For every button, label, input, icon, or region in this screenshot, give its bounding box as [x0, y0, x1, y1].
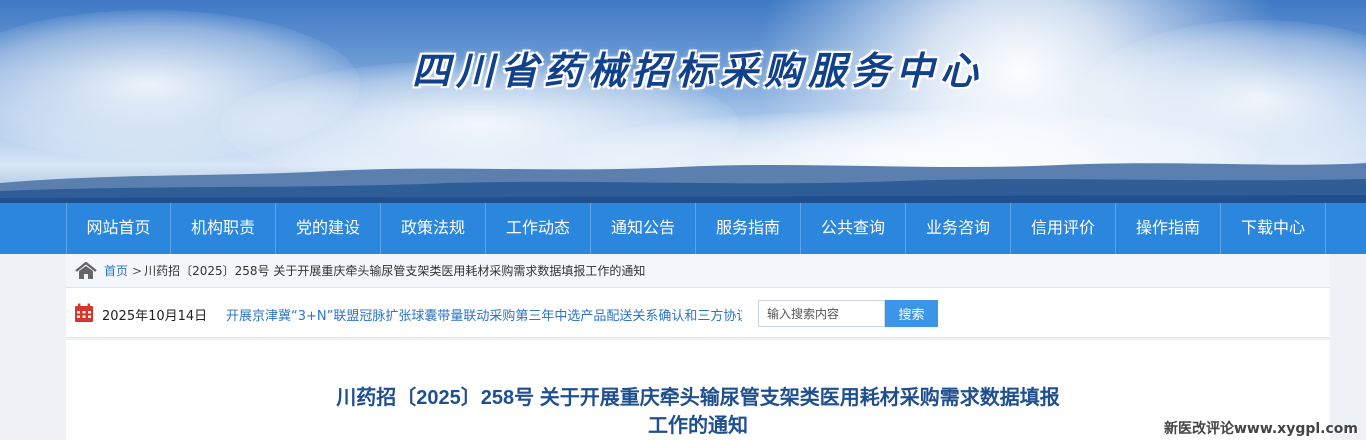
article-title-line1: 川药招〔2025〕258号 关于开展重庆牵头输尿管支架类医用耗材采购需求数据填报: [336, 387, 1060, 409]
article-panel: 川药招〔2025〕258号 关于开展重庆牵头输尿管支架类医用耗材采购需求数据填报…: [66, 340, 1330, 440]
calendar-icon: [75, 303, 93, 322]
search-input[interactable]: [758, 300, 885, 327]
nav-item-news[interactable]: 工作动态: [486, 203, 591, 254]
main-nav: 网站首页 机构职责 党的建设 政策法规 工作动态 通知公告 服务指南 公共查询 …: [0, 203, 1366, 254]
nav-item-duties[interactable]: 机构职责: [171, 203, 276, 254]
search-button[interactable]: 搜索: [885, 300, 938, 327]
header-banner: 四川省药械招标采购服务中心: [0, 0, 1366, 203]
breadcrumb-separator: >: [132, 263, 143, 278]
breadcrumb-current: 川药招〔2025〕258号 关于开展重庆牵头输尿管支架类医用耗材采购需求数据填报…: [144, 264, 646, 278]
nav-item-party[interactable]: 党的建设: [276, 203, 381, 254]
nav-item-operation-guide[interactable]: 操作指南: [1116, 203, 1221, 254]
nav-item-service-guide[interactable]: 服务指南: [696, 203, 801, 254]
info-bar: 2025年10月14日 开展京津冀“3+N”联盟冠脉扩张球囊带量联动采购第三年中…: [66, 288, 1330, 338]
nav-item-credit[interactable]: 信用评价: [1011, 203, 1116, 254]
nav-item-consulting[interactable]: 业务咨询: [906, 203, 1011, 254]
breadcrumb: 首页 > 川药招〔2025〕258号 关于开展重庆牵头输尿管支架类医用耗材采购需…: [66, 254, 1330, 288]
banner-mountains: [0, 163, 1366, 203]
article-title: 川药招〔2025〕258号 关于开展重庆牵头输尿管支架类医用耗材采购需求数据填报…: [266, 384, 1130, 440]
article-title-line2: 工作的通知: [648, 415, 748, 437]
site-title: 四川省药械招标采购服务中心: [411, 48, 984, 93]
nav-item-notices[interactable]: 通知公告: [591, 203, 696, 254]
home-icon: [75, 261, 97, 279]
nav-item-home[interactable]: 网站首页: [66, 203, 171, 254]
nav-item-public-query[interactable]: 公共查询: [801, 203, 906, 254]
nav-item-downloads[interactable]: 下载中心: [1221, 203, 1326, 254]
nav-item-policy[interactable]: 政策法规: [381, 203, 486, 254]
current-date: 2025年10月14日: [102, 309, 208, 324]
breadcrumb-home-link[interactable]: 首页: [104, 262, 128, 279]
news-ticker[interactable]: 开展京津冀“3+N”联盟冠脉扩张球囊带量联动采购第三年中选产品配送关系确认和三方…: [226, 305, 742, 323]
watermark: 新医改评论www.xygpl.com: [1163, 421, 1358, 437]
